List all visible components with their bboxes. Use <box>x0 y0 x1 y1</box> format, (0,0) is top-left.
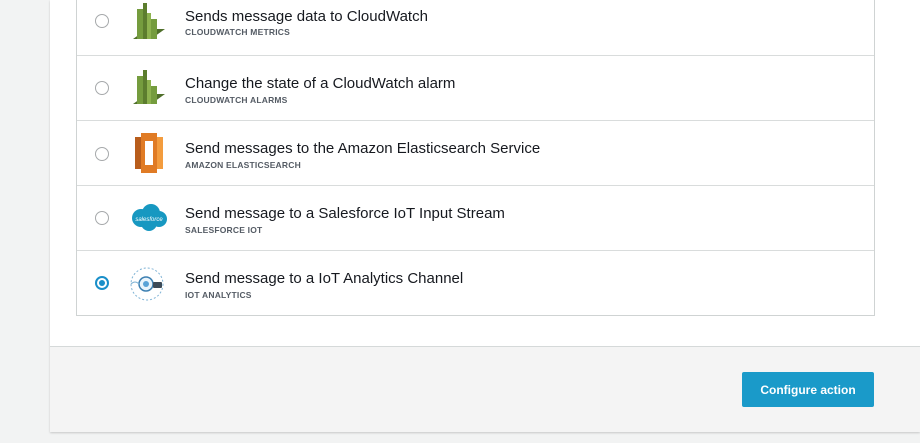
action-subtitle: CLOUDWATCH ALARMS <box>185 95 288 105</box>
salesforce-icon: salesforce <box>132 204 167 231</box>
radio-elasticsearch[interactable] <box>95 147 109 161</box>
radio-salesforce[interactable] <box>95 211 109 225</box>
action-title: Change the state of a CloudWatch alarm <box>185 75 456 92</box>
action-card: Sends message data to CloudWatch CLOUDWA… <box>50 0 920 432</box>
radio-cloudwatch-metrics[interactable] <box>95 14 109 28</box>
action-list: Sends message data to CloudWatch CLOUDWA… <box>76 0 875 316</box>
action-subtitle: AMAZON ELASTICSEARCH <box>185 160 301 170</box>
iot-analytics-icon <box>130 267 164 301</box>
configure-action-button[interactable]: Configure action <box>742 372 874 407</box>
radio-cloudwatch-alarms[interactable] <box>95 81 109 95</box>
list-item[interactable]: Change the state of a CloudWatch alarm C… <box>77 55 874 120</box>
action-title: Send message to a IoT Analytics Channel <box>185 270 464 287</box>
radio-iot-analytics[interactable] <box>95 276 109 290</box>
action-subtitle: SALESFORCE IOT <box>185 225 263 235</box>
list-item[interactable]: Send message to a IoT Analytics Channel … <box>77 250 874 315</box>
salesforce-logo-text: salesforce <box>135 217 163 223</box>
list-item[interactable]: Sends message data to CloudWatch CLOUDWA… <box>77 0 874 55</box>
action-title: Sends message data to CloudWatch <box>185 8 428 25</box>
action-subtitle: CLOUDWATCH METRICS <box>185 27 290 37</box>
action-title: Send message to a Salesforce IoT Input S… <box>185 205 505 222</box>
cloudwatch-alarms-icon <box>133 70 165 104</box>
action-title: Send messages to the Amazon Elasticsearc… <box>185 140 541 157</box>
list-item[interactable]: salesforce Send message to a Salesforce … <box>77 185 874 250</box>
elasticsearch-icon <box>135 133 163 173</box>
cloudwatch-metrics-icon <box>133 3 165 39</box>
list-item[interactable]: Send messages to the Amazon Elasticsearc… <box>77 120 874 185</box>
action-subtitle: IOT ANALYTICS <box>185 290 252 300</box>
